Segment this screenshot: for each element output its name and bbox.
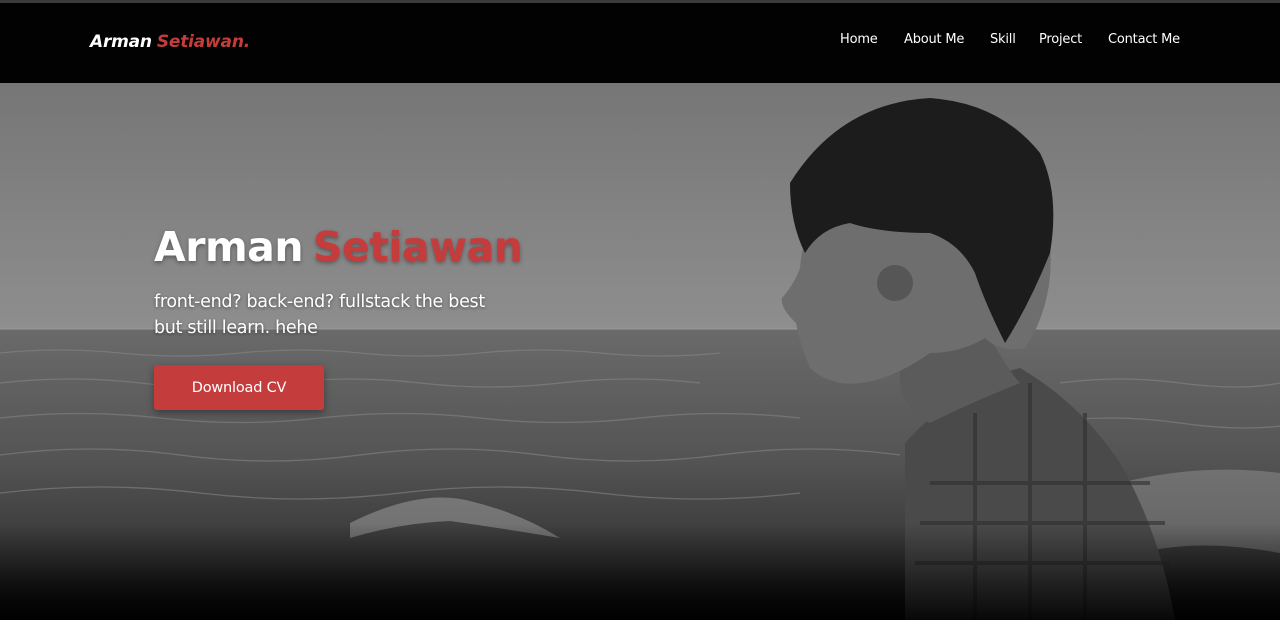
hero-section: Arman Setiawan front-end? back-end? fulls… [0, 83, 1280, 620]
nav-link-contact-me[interactable]: Contact Me [1108, 32, 1180, 47]
hero-subtitle: front-end? back-end? fullstack the best … [154, 289, 554, 341]
nav-link-about-me[interactable]: About Me [904, 32, 964, 47]
hero-title-accent: Setiawan [313, 223, 523, 271]
navbar: Arman Setiawan. Home About Me Skill Proje… [0, 3, 1280, 83]
hero-subtitle-line1: front-end? back-end? fullstack the best [154, 292, 485, 312]
hero-title: Arman Setiawan [154, 223, 523, 271]
hero-title-first: Arman [154, 223, 304, 271]
nav-link-home[interactable]: Home [840, 32, 878, 47]
download-cv-button[interactable]: Download CV [154, 365, 324, 410]
nav-link-skill[interactable]: Skill [990, 32, 1016, 47]
nav-link-project[interactable]: Project [1039, 32, 1082, 47]
bottom-fade [0, 523, 1280, 620]
nav-menu: Home About Me Skill Project Contact Me [0, 32, 1280, 52]
hero-subtitle-line2: but still learn. hehe [154, 318, 318, 338]
hero-background-photo [0, 83, 1280, 620]
